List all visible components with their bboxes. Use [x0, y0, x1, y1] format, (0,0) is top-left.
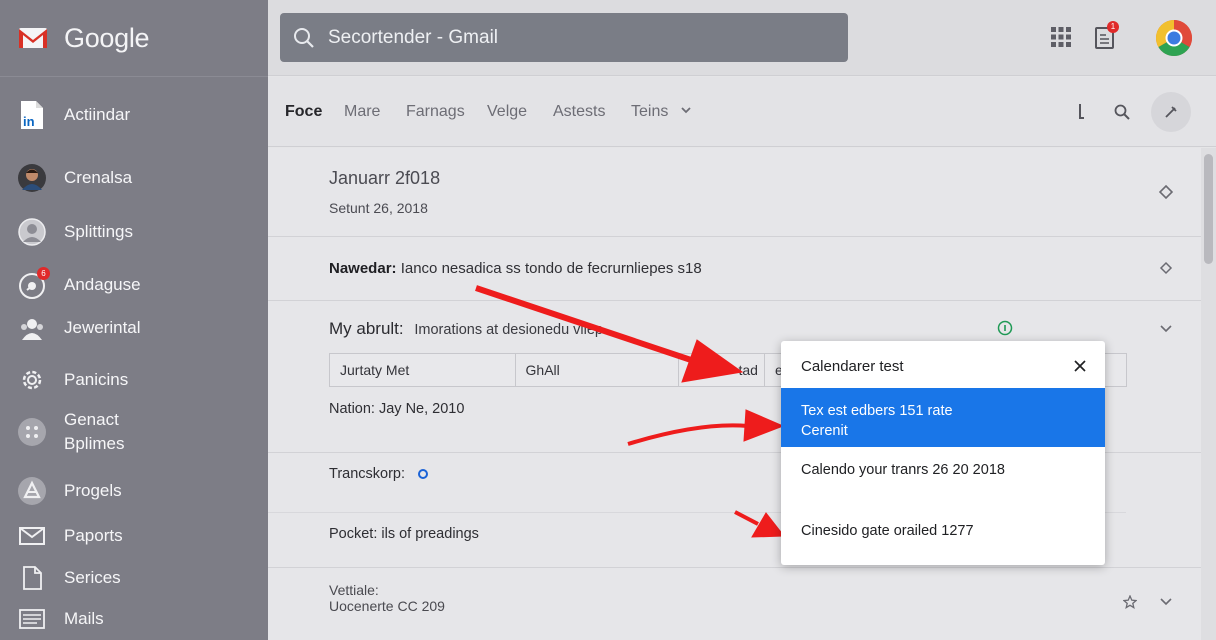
sidebar-item-label: Actiindar [64, 105, 131, 124]
star-icon[interactable] [1119, 591, 1141, 613]
pin-icon[interactable] [1067, 97, 1097, 127]
my-line: My abrult: Imorations at desionedu vilep [329, 319, 603, 339]
gmail-logo-icon [18, 26, 48, 50]
notification-badge: 1 [1107, 21, 1119, 33]
tab-teins[interactable]: Teins [631, 103, 668, 121]
inbox-icon [18, 605, 46, 633]
tab-foce[interactable]: Foce [285, 103, 322, 121]
transactions-text: Trancskorp: [329, 466, 406, 482]
mail-icon [18, 522, 46, 550]
sidebar-item-label: Serices [64, 568, 121, 587]
sidebar-item-label: Paports [64, 526, 123, 545]
blue-dot-icon [418, 468, 428, 480]
apps-icon [18, 418, 46, 446]
google-wordmark: Google [64, 22, 150, 53]
sidebar-item-label: Panicins [64, 370, 129, 389]
chevron-down-icon[interactable] [680, 104, 692, 116]
sidebar-item-label: Progels [64, 481, 122, 500]
sidebar: Google in Actiindar Crenalsa Splittings … [0, 0, 268, 640]
footer-line-2: Uocenerte CC 209 [329, 598, 445, 614]
sidebar-item-splittings[interactable]: Splittings [0, 217, 268, 247]
my-text: Imorations at desionedu vilep [414, 322, 603, 338]
notifications-icon[interactable]: 1 [1090, 21, 1120, 52]
sidebar-item-paports[interactable]: Paports [0, 521, 268, 551]
date-subheading: Setunt 26, 2018 [329, 200, 428, 216]
scrollbar-thumb[interactable] [1204, 154, 1213, 264]
tab-bar: Foce Mare Farnags Velge Astests Teins [268, 77, 1216, 147]
sidebar-item-actiindar[interactable]: in Actiindar [0, 100, 268, 130]
sidebar-item-label: Jewerintal [64, 318, 141, 337]
my-label: My abrult: [329, 319, 404, 338]
chrome-icon[interactable] [1154, 18, 1194, 58]
close-icon[interactable] [1069, 355, 1091, 377]
sidebar-item-progels[interactable]: Progels [0, 476, 268, 506]
top-bar: 1 [268, 0, 1216, 76]
nation-text: Nation: Jay Ne, 2010 [329, 401, 465, 417]
footer-row[interactable]: Vettiale: Uocenerte CC 209 [268, 568, 1201, 640]
table-cell: tad [679, 354, 765, 386]
option-line-1: Tex est edbers 151 rate [801, 403, 953, 419]
group-icon [18, 314, 46, 342]
news-text: Ianco nesadica ss tondo de fecrurnliepes… [400, 260, 702, 277]
edit-icon[interactable] [1151, 92, 1191, 132]
sidebar-item-label-line2: Bplimes [64, 434, 125, 453]
sidebar-item-label: Splittings [64, 222, 133, 241]
option-line-2: Cerenit [801, 423, 848, 439]
sidebar-item-jewerintal[interactable]: Jewerintal [0, 313, 268, 343]
brand[interactable]: Google [18, 18, 150, 58]
chevron-down-icon[interactable] [1155, 591, 1177, 613]
search-icon[interactable] [1107, 97, 1137, 127]
linkedin-icon: in [18, 101, 46, 129]
news-line: Nawedar: Ianco nesadica ss tondo de fecr… [329, 260, 702, 277]
sidebar-item-label: Genact [64, 410, 119, 429]
tab-farnags[interactable]: Farnags [406, 103, 465, 121]
calendar-popup: Calendarer test Tex est edbers 151 rate … [781, 341, 1105, 565]
sidebar-item-label: Mails [64, 609, 104, 628]
option-line-1: Cinesido gate orailed 1277 [801, 523, 974, 539]
sidebar-divider [0, 76, 268, 77]
svg-text:in: in [23, 114, 35, 129]
popup-title: Calendarer test [801, 358, 904, 375]
diamond-icon[interactable] [1155, 257, 1177, 279]
sidebar-item-label: Crenalsa [64, 168, 133, 187]
sidebar-item-mails[interactable]: Mails [0, 604, 268, 634]
table-cell: GhAll [516, 354, 680, 386]
sidebar-item-serices[interactable]: Serices [0, 563, 268, 593]
tab-velge[interactable]: Velge [487, 103, 527, 121]
sidebar-item-panicins[interactable]: Panicins [0, 365, 268, 395]
avatar-icon [18, 164, 46, 192]
gear-icon [18, 366, 46, 394]
notification-badge: 6 [37, 267, 50, 280]
sidebar-item-andaguse[interactable]: 6 Andaguse [0, 267, 268, 300]
popup-option[interactable]: Cinesido gate orailed 1277 [781, 523, 1105, 547]
info-icon[interactable] [997, 320, 1013, 336]
sidebar-item-crenalsa[interactable]: Crenalsa [0, 163, 268, 193]
search-input[interactable] [328, 26, 808, 49]
document-icon [18, 564, 46, 592]
drive-icon [18, 477, 46, 505]
popup-option-selected[interactable]: Tex est edbers 151 rate Cerenit [781, 388, 1105, 447]
apps-grid-icon[interactable] [1046, 22, 1076, 52]
sidebar-item-label: Andaguse [64, 275, 141, 294]
date-row[interactable]: Januarr 2f018 Setunt 26, 2018 [268, 148, 1201, 237]
clock-icon: 6 [18, 267, 50, 299]
diamond-icon[interactable] [1155, 181, 1177, 203]
search-bar[interactable] [280, 13, 848, 62]
vertical-scrollbar[interactable] [1201, 148, 1216, 640]
tab-astests[interactable]: Astests [553, 103, 605, 121]
sidebar-item-genact[interactable]: Genact Bplimes [0, 404, 268, 460]
news-label: Nawedar: [329, 260, 397, 277]
person-icon [18, 218, 46, 246]
popup-option[interactable]: Calendo your tranrs 26 20 2018 [781, 462, 1105, 486]
search-icon [292, 26, 316, 50]
table-cell: Jurtaty Met [330, 354, 516, 386]
news-row[interactable]: Nawedar: Ianco nesadica ss tondo de fecr… [268, 237, 1201, 301]
option-line-1: Calendo your tranrs 26 20 2018 [801, 462, 1005, 478]
chevron-down-icon[interactable] [1155, 318, 1177, 340]
tab-mare[interactable]: Mare [344, 103, 380, 121]
pocket-text: Pocket: ils of preadings [329, 526, 479, 542]
footer-line-1: Vettiale: [329, 582, 379, 598]
date-heading: Januarr 2f018 [329, 168, 441, 188]
